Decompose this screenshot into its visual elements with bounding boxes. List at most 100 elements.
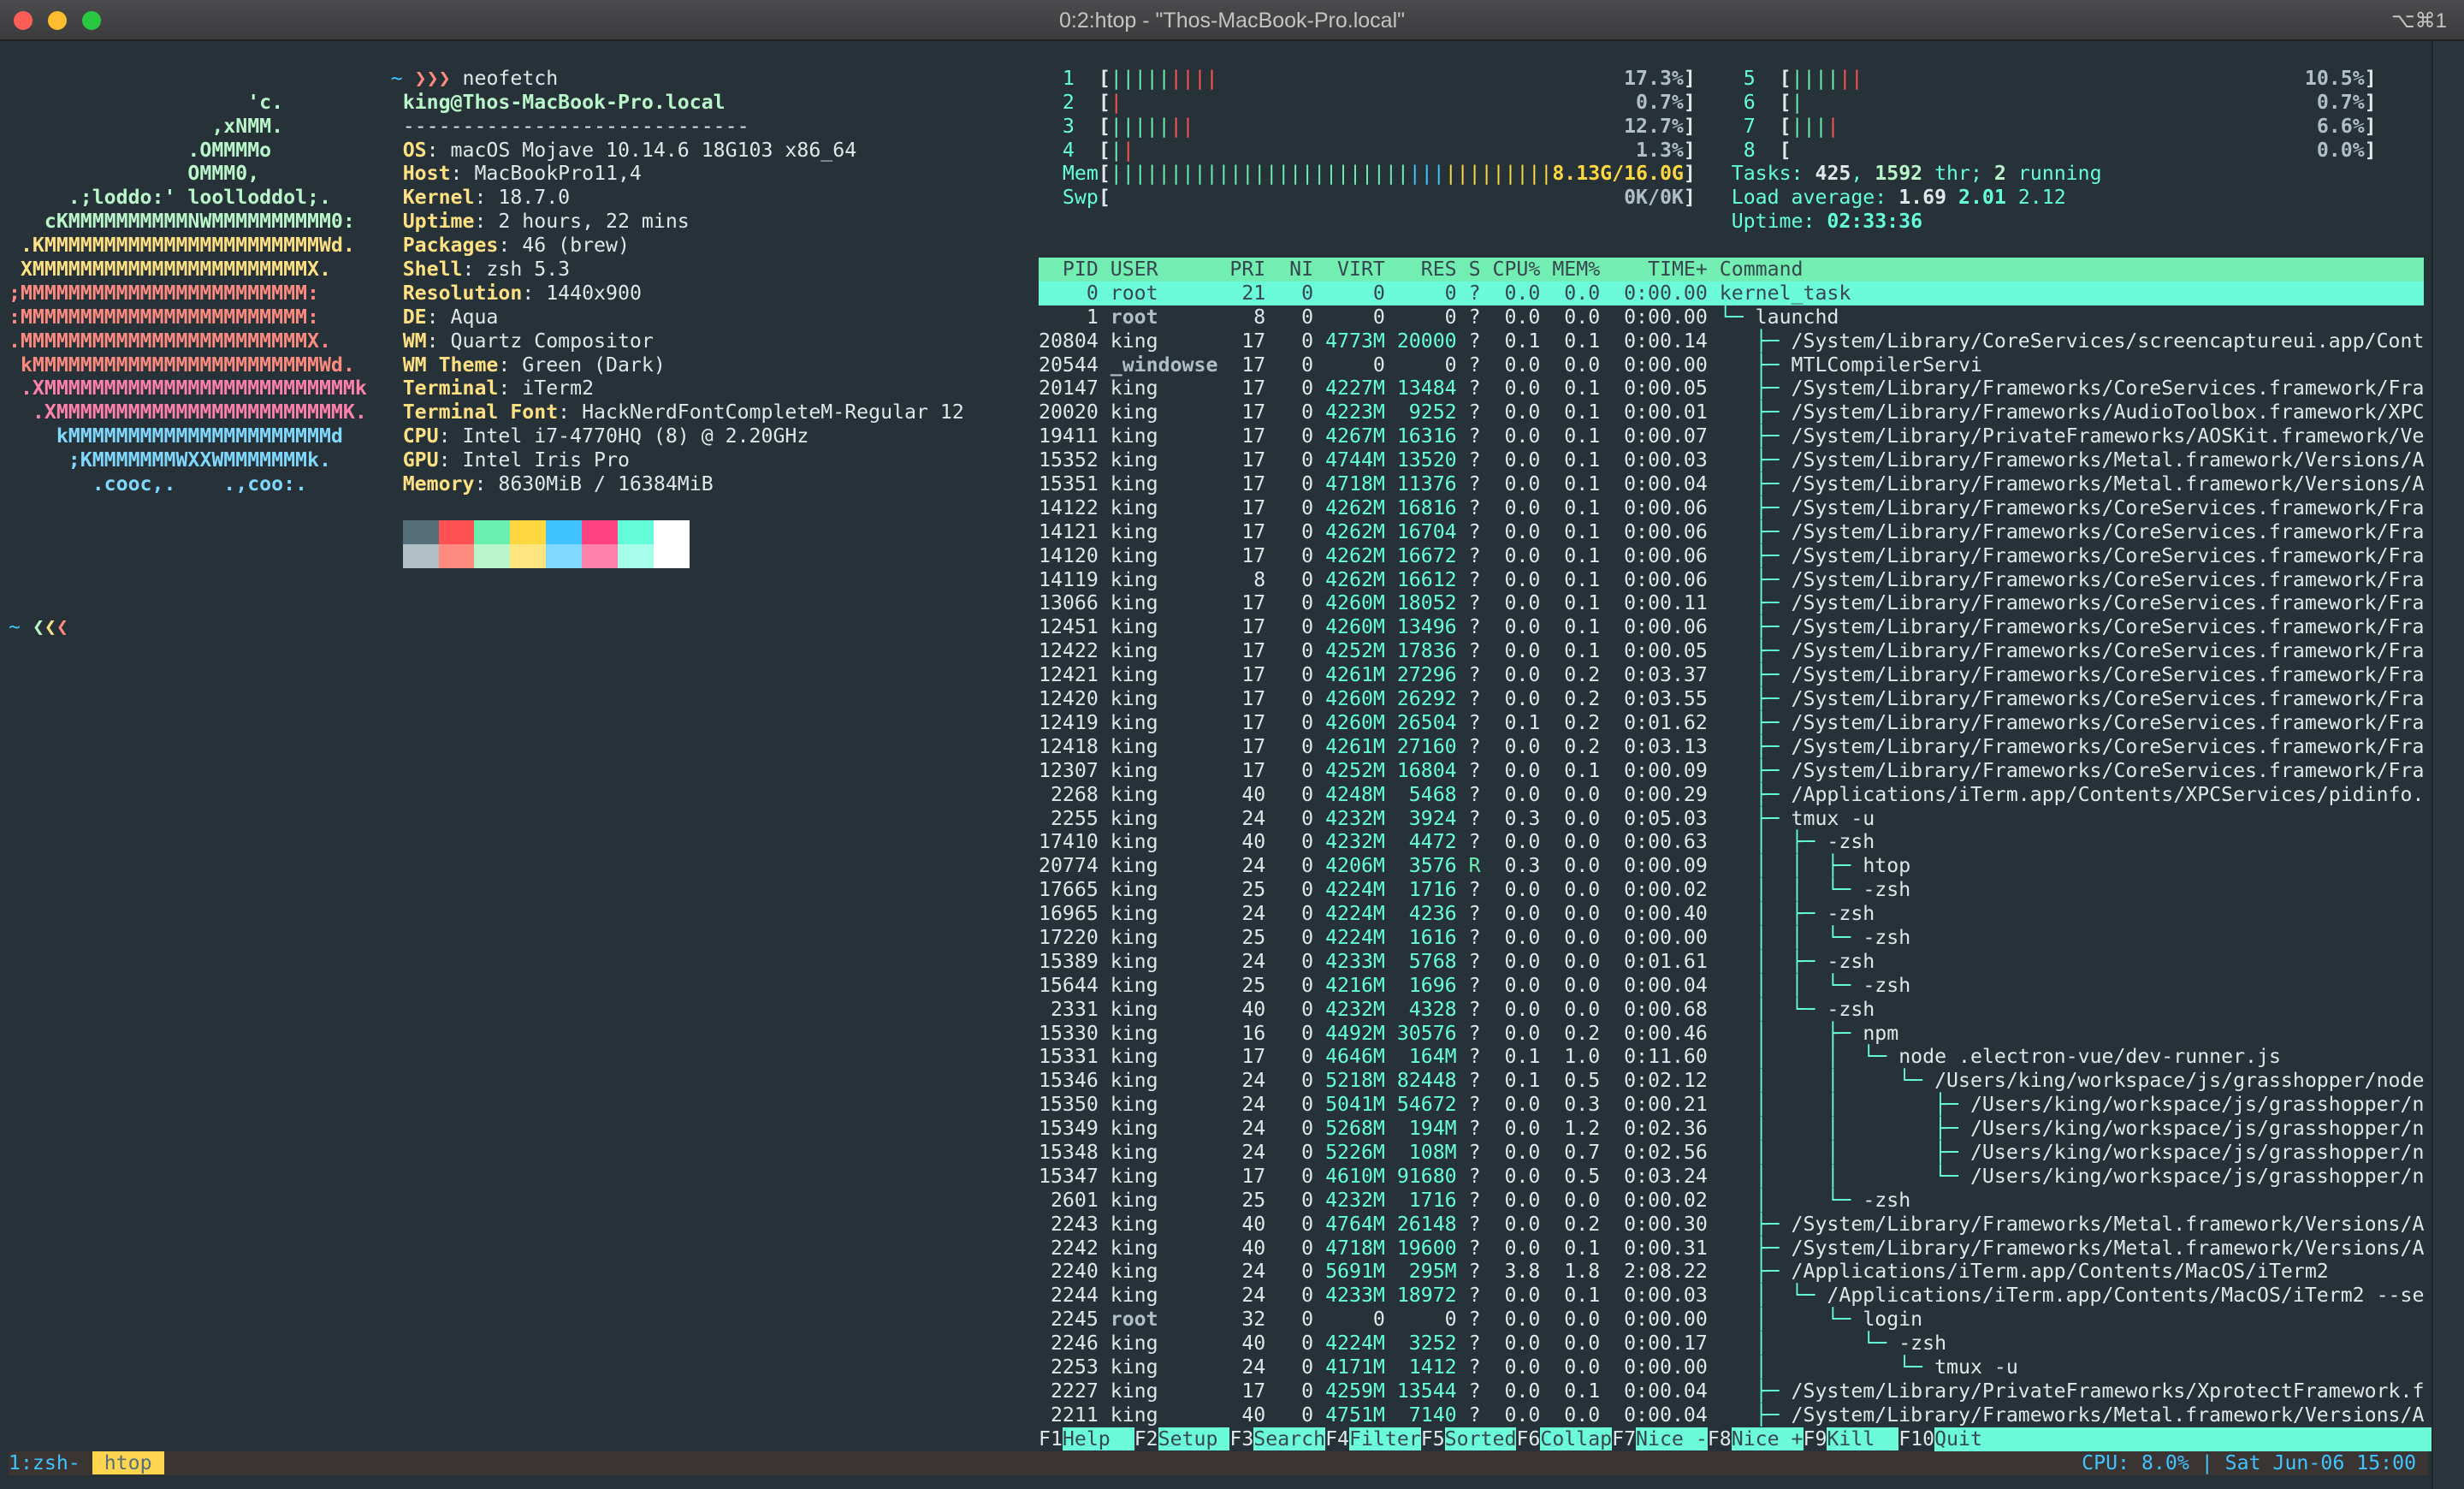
process-row[interactable]: 0 root 21 0 0 0 ? 0.0 0.0 0:00.00 kernel… [1039,281,2425,306]
info-value: HackNerdFontCompleteM-Regular 12 [582,400,964,424]
cpu-percent: 0.0 [1492,1308,1553,1332]
process-row[interactable]: 2246 king 40 0 4224M 3252 ? 0.0 0.0 0:00… [1039,1332,2424,1356]
process-row[interactable]: 2255 king 24 0 4232M 3924 ? 0.3 0.0 0:05… [1039,807,2424,831]
function-key-label[interactable]: Quit [1934,1427,2464,1451]
info-value: Intel i7-4770HQ (8) @ 2.20GHz [462,424,809,448]
function-key-label[interactable]: Nice - [1636,1427,1708,1450]
process-row[interactable]: 13066 king 17 0 4260M 18052 ? 0.0 0.1 0:… [1039,591,2424,615]
column-header-s[interactable]: S [1469,258,1493,281]
neofetch-pane[interactable]: ~ ❯❯❯ neofetch 'c. king@Thos-MacBook-Pro… [9,43,1027,639]
column-header-time[interactable]: TIME+ [1612,258,1720,281]
process-row[interactable]: 2242 king 40 0 4718M 19600 ? 0.0 0.1 0:0… [1039,1237,2424,1261]
process-row[interactable]: 17220 king 25 0 4224M 1616 ? 0.0 0.0 0:0… [1039,926,2424,950]
process-row[interactable]: 15644 king 25 0 4216M 1696 ? 0.0 0.0 0:0… [1039,974,2424,998]
column-header-mem[interactable]: MEM% [1552,258,1612,281]
process-row[interactable]: 2240 king 24 0 5691M 295M ? 3.8 1.8 2:08… [1039,1260,2424,1284]
column-header-pri[interactable]: PRI [1229,258,1277,281]
process-row[interactable]: 15346 king 24 0 5218M 82448 ? 0.1 0.5 0:… [1039,1069,2424,1093]
process-row[interactable]: 15348 king 24 0 5226M 108M ? 0.0 0.7 0:0… [1039,1141,2424,1165]
process-row[interactable]: 19411 king 17 0 4267M 16316 ? 0.0 0.1 0:… [1039,424,2424,448]
column-header-user[interactable]: USER [1111,258,1230,281]
virt: 4261M [1325,734,1397,758]
process-row[interactable]: 2331 king 40 0 4232M 4328 ? 0.0 0.0 0:00… [1039,998,2424,1022]
column-header-command[interactable]: Command [1720,258,1804,281]
time: 0:02.36 [1612,1117,1720,1141]
process-row[interactable]: 2244 king 24 0 4233M 18972 ? 0.0 0.1 0:0… [1039,1284,2424,1308]
padding [1039,139,1063,162]
function-key-label[interactable]: Search [1253,1427,1326,1450]
process-row[interactable]: 12307 king 17 0 4252M 16804 ? 0.0 0.1 0:… [1039,759,2424,783]
time: 0:00.40 [1612,902,1720,926]
process-row[interactable]: 20774 king 24 0 4206M 3576 R 0.3 0.0 0:0… [1039,854,2424,878]
priority: 24 [1229,1355,1278,1379]
column-header-pid[interactable]: PID [1039,258,1111,281]
process-row[interactable]: 2268 king 40 0 4248M 5468 ? 0.0 0.0 0:00… [1039,783,2424,807]
process-row[interactable]: 15331 king 17 0 4646M 164M ? 0.1 1.0 0:1… [1039,1045,2424,1069]
tmux-window-zsh[interactable]: 1:zsh- [9,1451,80,1474]
process-row[interactable]: 12422 king 17 0 4252M 17836 ? 0.0 0.1 0:… [1039,639,2424,663]
virt: 4224M [1325,902,1397,926]
process-row[interactable]: 14121 king 17 0 4262M 16704 ? 0.0 0.1 0:… [1039,520,2424,544]
priority: 17 [1229,663,1278,687]
function-key-label[interactable]: Collap [1540,1427,1613,1450]
process-row[interactable]: 17665 king 25 0 4224M 1716 ? 0.0 0.0 0:0… [1039,878,2424,902]
command: /System/Library/Frameworks/CoreServices.… [1791,519,2425,543]
process-row[interactable]: 12418 king 17 0 4261M 27160 ? 0.0 0.2 0:… [1039,735,2424,759]
process-row[interactable]: 14119 king 8 0 4262M 16612 ? 0.0 0.1 0:0… [1039,568,2424,592]
process-row[interactable]: 20020 king 17 0 4223M 9252 ? 0.0 0.1 0:0… [1039,400,2424,424]
function-key-label[interactable]: Sorted [1444,1427,1517,1450]
process-row[interactable]: 15349 king 24 0 5268M 194M ? 0.0 1.2 0:0… [1039,1117,2424,1141]
tmux-window-htop[interactable]: htop [92,1451,164,1474]
process-row[interactable]: 20804 king 17 0 4773M 20000 ? 0.1 0.1 0:… [1039,329,2424,353]
process-row[interactable]: 15351 king 17 0 4718M 11376 ? 0.0 0.1 0:… [1039,472,2424,496]
process-row[interactable]: 15347 king 17 0 4610M 91680 ? 0.0 0.5 0:… [1039,1165,2424,1189]
column-header-ni[interactable]: NI [1277,258,1325,281]
process-row[interactable]: 2243 king 40 0 4764M 26148 ? 0.0 0.2 0:0… [1039,1213,2424,1237]
process-row[interactable]: 14122 king 17 0 4262M 16816 ? 0.0 0.1 0:… [1039,496,2424,520]
process-row[interactable]: 20544 _windowse 17 0 0 0 ? 0.0 0.0 0:00.… [1039,353,2424,377]
virt: 4232M [1325,1188,1397,1212]
process-row[interactable]: 15350 king 24 0 5041M 54672 ? 0.0 0.3 0:… [1039,1093,2424,1117]
bracket: [ [1779,90,1792,114]
function-key-label[interactable]: Kill [1827,1427,1899,1450]
user: king [1110,758,1230,782]
function-key-label[interactable]: Help [1062,1427,1134,1450]
scrollbar[interactable] [2431,41,2464,1489]
time: 0:00.00 [1612,925,1720,949]
process-row[interactable]: 12419 king 17 0 4260M 26504 ? 0.1 0.2 0:… [1039,711,2424,735]
process-row[interactable]: 14120 king 17 0 4262M 16672 ? 0.0 0.1 0:… [1039,544,2424,568]
process-row[interactable]: 12421 king 17 0 4261M 27296 ? 0.0 0.2 0:… [1039,663,2424,687]
process-row[interactable]: 1 root 8 0 0 0 ? 0.0 0.0 0:00.00 └─ laun… [1039,306,2424,329]
process-row[interactable]: 15352 king 17 0 4744M 13520 ? 0.0 0.1 0:… [1039,448,2424,472]
process-row[interactable]: 2253 king 24 0 4171M 1412 ? 0.0 0.0 0:00… [1039,1356,2424,1379]
column-header-cpu[interactable]: CPU% [1493,258,1553,281]
priority: 24 [1229,1093,1278,1117]
pid: 20020 [1039,400,1111,424]
mem-percent: 0.2 [1552,1212,1613,1236]
bracket: ] [2364,66,2377,90]
function-key-label[interactable]: Filter [1348,1427,1421,1450]
user: king [1110,734,1230,758]
process-row[interactable]: 17410 king 40 0 4232M 4472 ? 0.0 0.0 0:0… [1039,830,2424,854]
function-key-label[interactable]: Nice + [1731,1427,1804,1450]
process-row[interactable]: 16965 king 24 0 4224M 4236 ? 0.0 0.0 0:0… [1039,902,2424,926]
process-row[interactable]: 12451 king 17 0 4260M 13496 ? 0.0 0.1 0:… [1039,615,2424,639]
process-row[interactable]: 20147 king 17 0 4227M 13484 ? 0.0 0.1 0:… [1039,377,2424,400]
process-row[interactable]: 15389 king 24 0 4233M 5768 ? 0.0 0.0 0:0… [1039,950,2424,974]
process-row[interactable]: 2227 king 17 0 4259M 13544 ? 0.0 0.1 0:0… [1039,1379,2424,1403]
column-header-res[interactable]: RES [1397,258,1469,281]
tree-branch: ├─ [1719,424,1792,448]
time: 0:00.00 [1612,305,1720,329]
process-row[interactable]: 12420 king 17 0 4260M 26292 ? 0.0 0.2 0:… [1039,687,2424,711]
process-row[interactable]: 2601 king 25 0 4232M 1716 ? 0.0 0.0 0:00… [1039,1189,2424,1213]
user: root [1110,281,1230,305]
process-row[interactable]: 15330 king 16 0 4492M 30576 ? 0.0 0.2 0:… [1039,1022,2424,1046]
htop-pane[interactable]: 1 [||||||||| 17.3%] 5 [|||||| 10.5%] 2 [… [1039,43,2464,1451]
process-row[interactable]: 2245 root 32 0 0 0 ? 0.0 0.0 0:00.00 │ └… [1039,1308,2424,1332]
res: 17836 [1396,639,1469,663]
time: 0:00.14 [1612,329,1720,353]
process-row[interactable]: 2211 king 40 0 4751M 7140 ? 0.0 0.0 0:00… [1039,1403,2424,1427]
function-key-label[interactable]: Setup [1158,1427,1230,1450]
column-header-virt[interactable]: VIRT [1325,258,1397,281]
nice: 0 [1277,782,1326,806]
